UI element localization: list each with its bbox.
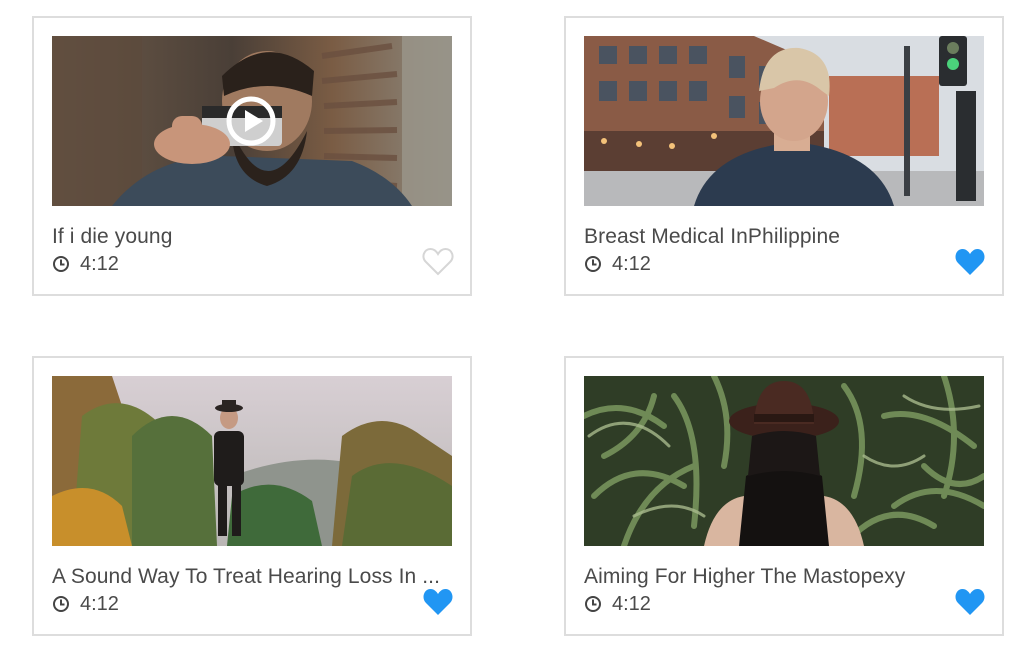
- favorite-button[interactable]: [422, 247, 454, 277]
- favorite-button[interactable]: [954, 587, 986, 617]
- video-thumbnail[interactable]: [584, 376, 984, 546]
- heart-icon: [955, 589, 985, 615]
- video-card[interactable]: A Sound Way To Treat Hearing Loss In ...…: [32, 356, 472, 636]
- clock-icon: [585, 596, 601, 612]
- video-title[interactable]: A Sound Way To Treat Hearing Loss In ...: [52, 564, 456, 590]
- video-card[interactable]: Breast Medical InPhilippine 4:12: [564, 16, 1004, 296]
- play-button[interactable]: [225, 95, 277, 147]
- video-grid: If i die young 4:12 Breast Medical InPhi…: [0, 0, 1032, 660]
- video-meta: 4:12: [52, 593, 119, 615]
- video-meta: 4:12: [584, 253, 651, 275]
- video-title[interactable]: If i die young: [52, 224, 456, 250]
- clock-icon: [53, 256, 69, 272]
- clock-icon: [585, 256, 601, 272]
- video-duration: 4:12: [80, 253, 119, 275]
- video-thumbnail[interactable]: [584, 36, 984, 206]
- favorite-button[interactable]: [954, 247, 986, 277]
- heart-icon: [955, 249, 985, 275]
- video-title[interactable]: Breast Medical InPhilippine: [584, 224, 988, 250]
- video-duration: 4:12: [612, 253, 651, 275]
- heart-icon: [423, 589, 453, 615]
- favorite-button[interactable]: [422, 587, 454, 617]
- play-icon: [226, 96, 276, 146]
- video-duration: 4:12: [612, 593, 651, 615]
- video-thumbnail[interactable]: [52, 376, 452, 546]
- video-meta: 4:12: [584, 593, 651, 615]
- video-card[interactable]: Aiming For Higher The Mastopexy 4:12: [564, 356, 1004, 636]
- heart-icon: [422, 247, 454, 276]
- video-title[interactable]: Aiming For Higher The Mastopexy: [584, 564, 988, 590]
- video-thumbnail[interactable]: [52, 36, 452, 206]
- video-meta: 4:12: [52, 253, 119, 275]
- clock-icon: [53, 596, 69, 612]
- video-card[interactable]: If i die young 4:12: [32, 16, 472, 296]
- video-duration: 4:12: [80, 593, 119, 615]
